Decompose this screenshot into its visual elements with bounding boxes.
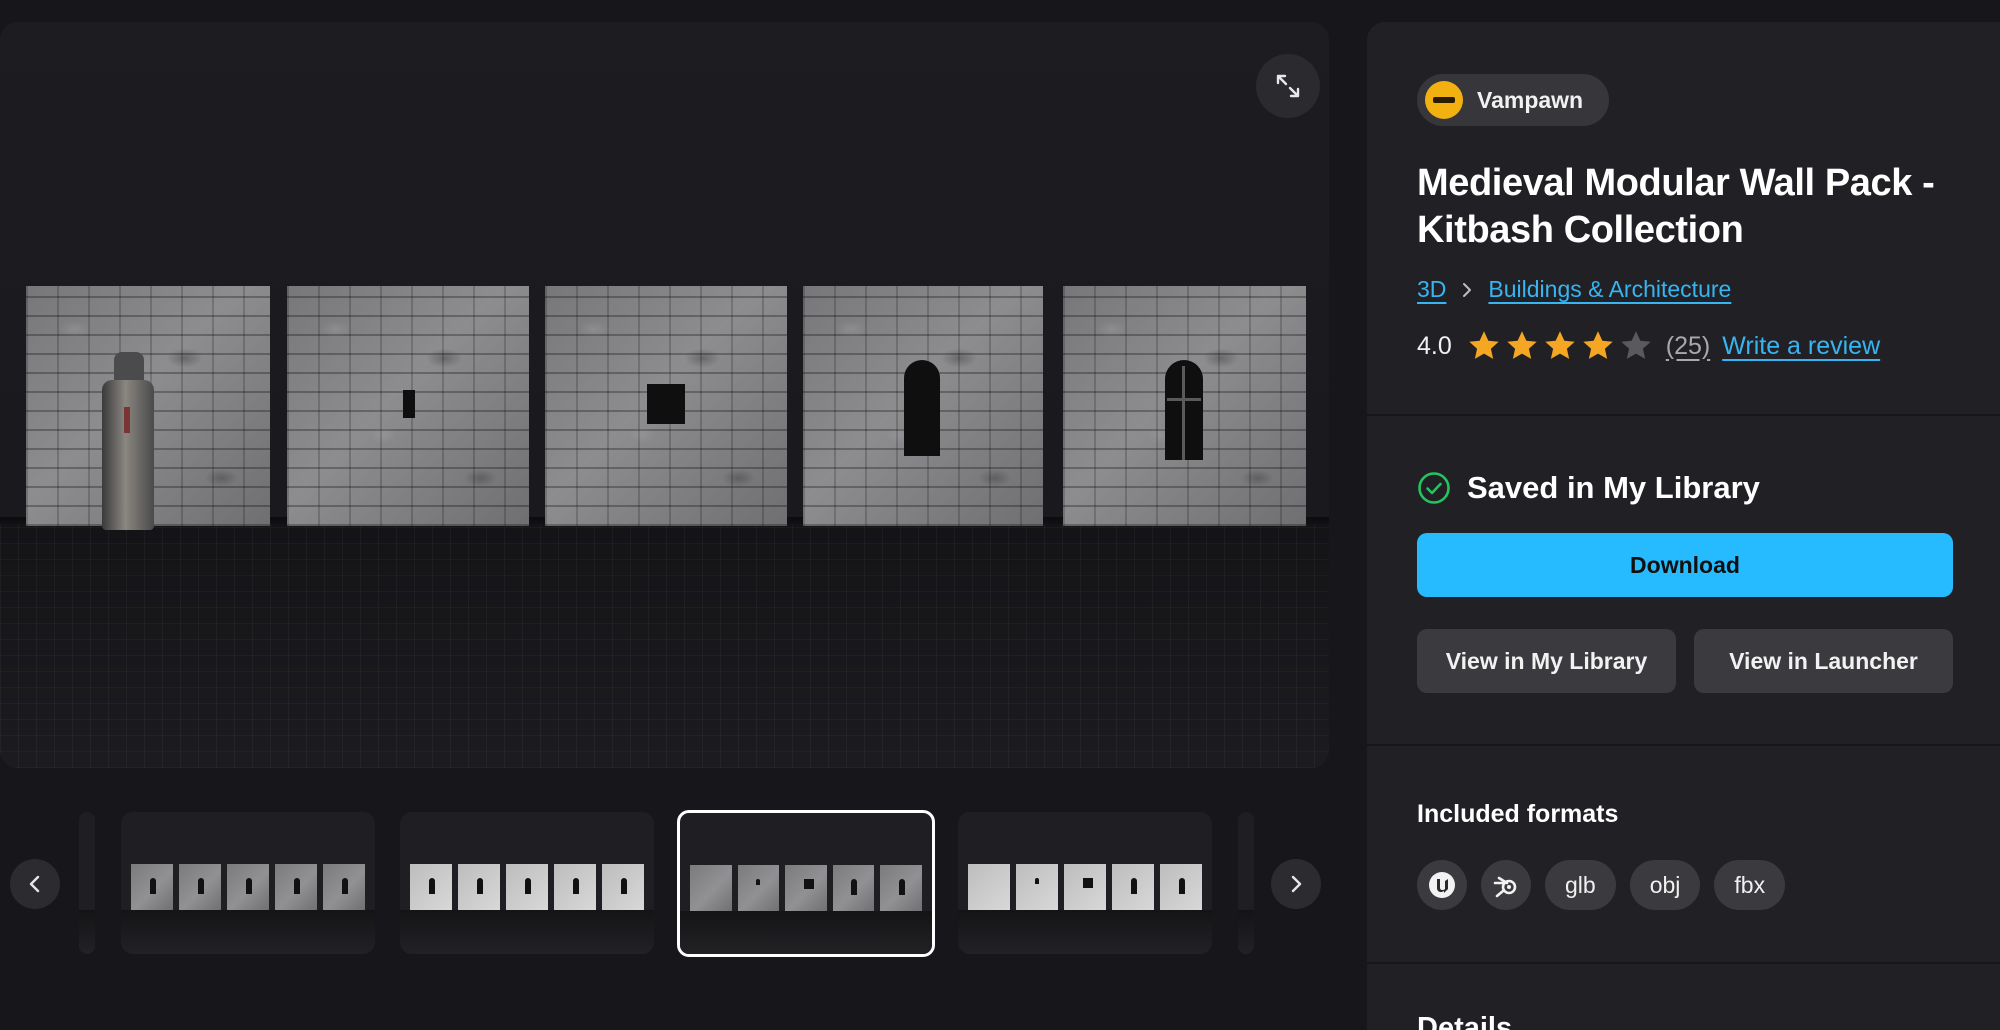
chevron-left-icon	[29, 875, 40, 893]
format-chip-fbx: fbx	[1714, 860, 1786, 910]
chevron-right-icon	[1460, 281, 1474, 299]
gallery-next-button[interactable]	[1271, 859, 1321, 909]
view-in-launcher-button[interactable]: View in Launcher	[1694, 629, 1953, 693]
thumbnail-1[interactable]	[121, 812, 375, 954]
star-filled-icon	[1545, 331, 1575, 359]
star-empty-icon	[1621, 331, 1651, 359]
breadcrumb-3d[interactable]: 3D	[1417, 276, 1446, 303]
thumbnail-partial-left[interactable]	[79, 812, 95, 954]
unreal-engine-icon	[1417, 860, 1467, 910]
thumbnail-3-selected[interactable]	[677, 810, 935, 957]
formats-list: glb obj fbx	[1417, 860, 1786, 910]
star-filled-icon	[1507, 331, 1537, 359]
divider	[1367, 744, 2000, 746]
wall-segment-2	[287, 286, 529, 526]
review-count-link[interactable]: (25)	[1666, 332, 1710, 361]
fullscreen-button[interactable]	[1256, 54, 1320, 118]
product-page: Vampawn Medieval Modular Wall Pack - Kit…	[0, 0, 2000, 1030]
view-in-library-button[interactable]: View in My Library	[1417, 629, 1676, 693]
details-heading: Details	[1417, 1012, 1513, 1030]
star-rating	[1466, 328, 1656, 364]
star-filled-icon	[1583, 331, 1613, 359]
rating-row: 4.0 (25) Write a review	[1417, 328, 1880, 364]
wall-segment-5	[1063, 286, 1306, 526]
download-button[interactable]: Download	[1417, 533, 1953, 597]
wall-segment-4	[803, 286, 1043, 526]
gallery-prev-button[interactable]	[10, 859, 60, 909]
thumbnail-4[interactable]	[958, 812, 1212, 954]
format-chip-glb: glb	[1545, 860, 1616, 910]
rating-score: 4.0	[1417, 331, 1452, 360]
included-formats-heading: Included formats	[1417, 800, 1619, 828]
seller-badge[interactable]: Vampawn	[1417, 74, 1610, 126]
chevron-right-icon	[1291, 875, 1302, 893]
thumbnail-partial-right[interactable]	[1238, 812, 1254, 954]
format-chip-obj: obj	[1629, 860, 1701, 910]
library-status-text: Saved in My Library	[1467, 470, 1760, 505]
write-review-link[interactable]: Write a review	[1722, 332, 1880, 361]
floor-grid	[0, 524, 1329, 768]
check-circle-icon	[1418, 472, 1450, 504]
star-filled-icon	[1469, 331, 1499, 359]
divider	[1367, 414, 2000, 416]
library-status: Saved in My Library	[1417, 470, 1760, 506]
breadcrumb-buildings-architecture[interactable]: Buildings & Architecture	[1488, 276, 1731, 303]
main-image-viewer[interactable]	[0, 22, 1329, 768]
product-info-panel: Vampawn Medieval Modular Wall Pack - Kit…	[1367, 22, 2000, 1030]
seller-avatar	[1425, 81, 1463, 119]
divider	[1367, 962, 2000, 964]
knight-figure	[94, 352, 164, 530]
expand-icon	[1276, 74, 1300, 98]
thumbnail-2[interactable]	[400, 812, 654, 954]
seller-name: Vampawn	[1477, 86, 1584, 113]
blender-icon	[1481, 860, 1531, 910]
breadcrumb: 3D Buildings & Architecture	[1417, 276, 1731, 303]
product-title: Medieval Modular Wall Pack - Kitbash Col…	[1417, 162, 1935, 251]
wall-segment-3	[545, 286, 787, 526]
